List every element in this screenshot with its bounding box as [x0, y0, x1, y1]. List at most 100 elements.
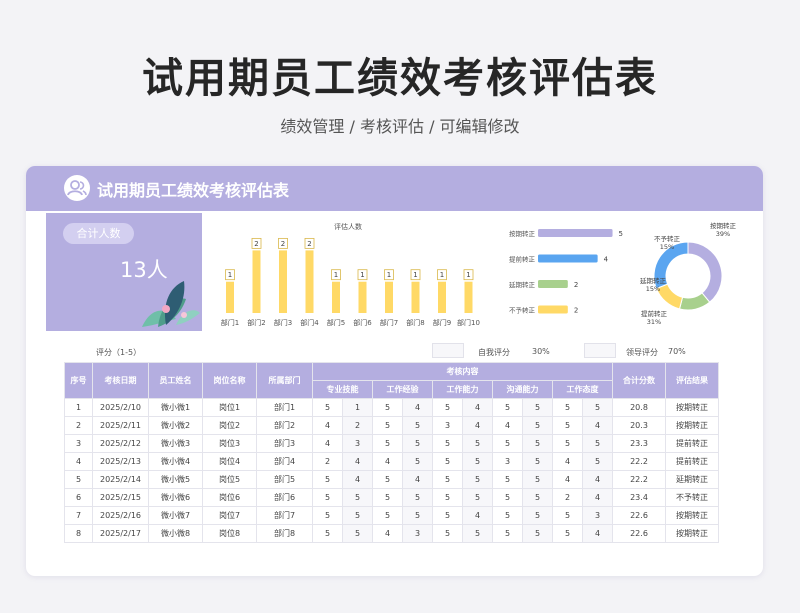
table-cell[interactable]: 5: [342, 524, 373, 543]
table-cell[interactable]: 8: [64, 524, 93, 543]
table-cell[interactable]: 2025/2/11: [92, 416, 149, 435]
table-cell[interactable]: 22.6: [612, 506, 666, 525]
table-cell[interactable]: 5: [552, 416, 583, 435]
table-cell[interactable]: 2025/2/14: [92, 470, 149, 489]
table-cell[interactable]: 2025/2/10: [92, 398, 149, 417]
table-cell[interactable]: 按期转正: [665, 416, 719, 435]
table-cell[interactable]: 5: [522, 452, 553, 471]
table-cell[interactable]: 3: [64, 434, 93, 453]
table-cell[interactable]: 部门2: [256, 416, 313, 435]
table-cell[interactable]: 4: [552, 470, 583, 489]
table-cell[interactable]: 3: [402, 524, 433, 543]
table-cell[interactable]: 5: [522, 416, 553, 435]
table-cell[interactable]: 5: [312, 506, 343, 525]
table-cell[interactable]: 4: [582, 488, 613, 507]
table-cell[interactable]: 5: [342, 506, 373, 525]
table-cell[interactable]: 微小微5: [148, 470, 203, 489]
table-cell[interactable]: 4: [342, 452, 373, 471]
table-cell[interactable]: 4: [312, 434, 343, 453]
table-cell[interactable]: 4: [342, 470, 373, 489]
table-cell[interactable]: 1: [64, 398, 93, 417]
table-cell[interactable]: 5: [492, 434, 523, 453]
table-cell[interactable]: 5: [552, 506, 583, 525]
table-cell[interactable]: 5: [432, 470, 463, 489]
table-cell[interactable]: 5: [492, 524, 523, 543]
table-cell[interactable]: 3: [432, 416, 463, 435]
table-cell[interactable]: 1: [342, 398, 373, 417]
table-cell[interactable]: 5: [462, 470, 493, 489]
table-cell[interactable]: 4: [402, 398, 433, 417]
table-cell[interactable]: 部门4: [256, 452, 313, 471]
table-cell[interactable]: 5: [432, 398, 463, 417]
table-cell[interactable]: 5: [522, 506, 553, 525]
table-cell[interactable]: 4: [462, 416, 493, 435]
table-cell[interactable]: 4: [582, 416, 613, 435]
table-cell[interactable]: 不予转正: [665, 488, 719, 507]
table-cell[interactable]: 5: [582, 398, 613, 417]
table-cell[interactable]: 5: [522, 398, 553, 417]
table-cell[interactable]: 5: [402, 506, 433, 525]
table-cell[interactable]: 延期转正: [665, 470, 719, 489]
table-cell[interactable]: 5: [462, 434, 493, 453]
table-cell[interactable]: 3: [342, 434, 373, 453]
table-cell[interactable]: 22.6: [612, 524, 666, 543]
table-cell[interactable]: 岗位6: [202, 488, 257, 507]
table-cell[interactable]: 岗位4: [202, 452, 257, 471]
table-cell[interactable]: 岗位3: [202, 434, 257, 453]
table-cell[interactable]: 5: [372, 470, 403, 489]
table-cell[interactable]: 5: [582, 434, 613, 453]
table-cell[interactable]: 5: [552, 398, 583, 417]
table-cell[interactable]: 22.2: [612, 452, 666, 471]
table-cell[interactable]: 岗位7: [202, 506, 257, 525]
table-cell[interactable]: 2025/2/15: [92, 488, 149, 507]
table-cell[interactable]: 5: [312, 470, 343, 489]
table-cell[interactable]: 5: [372, 398, 403, 417]
table-cell[interactable]: 微小微7: [148, 506, 203, 525]
table-cell[interactable]: 4: [462, 506, 493, 525]
table-cell[interactable]: 按期转正: [665, 506, 719, 525]
table-cell[interactable]: 2: [342, 416, 373, 435]
table-cell[interactable]: 部门5: [256, 470, 313, 489]
table-cell[interactable]: 5: [312, 398, 343, 417]
table-cell[interactable]: 5: [492, 506, 523, 525]
table-cell[interactable]: 20.8: [612, 398, 666, 417]
table-cell[interactable]: 提前转正: [665, 434, 719, 453]
table-cell[interactable]: 按期转正: [665, 398, 719, 417]
table-cell[interactable]: 5: [462, 488, 493, 507]
table-cell[interactable]: 2025/2/13: [92, 452, 149, 471]
table-cell[interactable]: 4: [372, 452, 403, 471]
self-score-box[interactable]: [432, 343, 464, 358]
table-cell[interactable]: 5: [522, 488, 553, 507]
table-cell[interactable]: 5: [312, 488, 343, 507]
table-cell[interactable]: 23.4: [612, 488, 666, 507]
table-cell[interactable]: 5: [402, 434, 433, 453]
table-cell[interactable]: 岗位5: [202, 470, 257, 489]
table-cell[interactable]: 5: [492, 470, 523, 489]
table-cell[interactable]: 2: [552, 488, 583, 507]
table-cell[interactable]: 5: [522, 434, 553, 453]
table-cell[interactable]: 岗位2: [202, 416, 257, 435]
table-cell[interactable]: 2: [312, 452, 343, 471]
table-cell[interactable]: 4: [402, 470, 433, 489]
table-cell[interactable]: 5: [552, 434, 583, 453]
table-cell[interactable]: 23.3: [612, 434, 666, 453]
table-cell[interactable]: 5: [402, 488, 433, 507]
table-cell[interactable]: 5: [342, 488, 373, 507]
table-cell[interactable]: 7: [64, 506, 93, 525]
table-cell[interactable]: 4: [462, 398, 493, 417]
table-cell[interactable]: 5: [312, 524, 343, 543]
table-cell[interactable]: 5: [432, 506, 463, 525]
table-cell[interactable]: 2025/2/16: [92, 506, 149, 525]
table-cell[interactable]: 2025/2/17: [92, 524, 149, 543]
table-cell[interactable]: 5: [372, 488, 403, 507]
table-cell[interactable]: 5: [462, 452, 493, 471]
table-cell[interactable]: 部门3: [256, 434, 313, 453]
table-cell[interactable]: 5: [432, 488, 463, 507]
table-cell[interactable]: 4: [64, 452, 93, 471]
table-cell[interactable]: 4: [552, 452, 583, 471]
table-cell[interactable]: 微小微6: [148, 488, 203, 507]
table-cell[interactable]: 5: [402, 452, 433, 471]
table-cell[interactable]: 部门1: [256, 398, 313, 417]
table-cell[interactable]: 部门6: [256, 488, 313, 507]
table-cell[interactable]: 5: [372, 506, 403, 525]
